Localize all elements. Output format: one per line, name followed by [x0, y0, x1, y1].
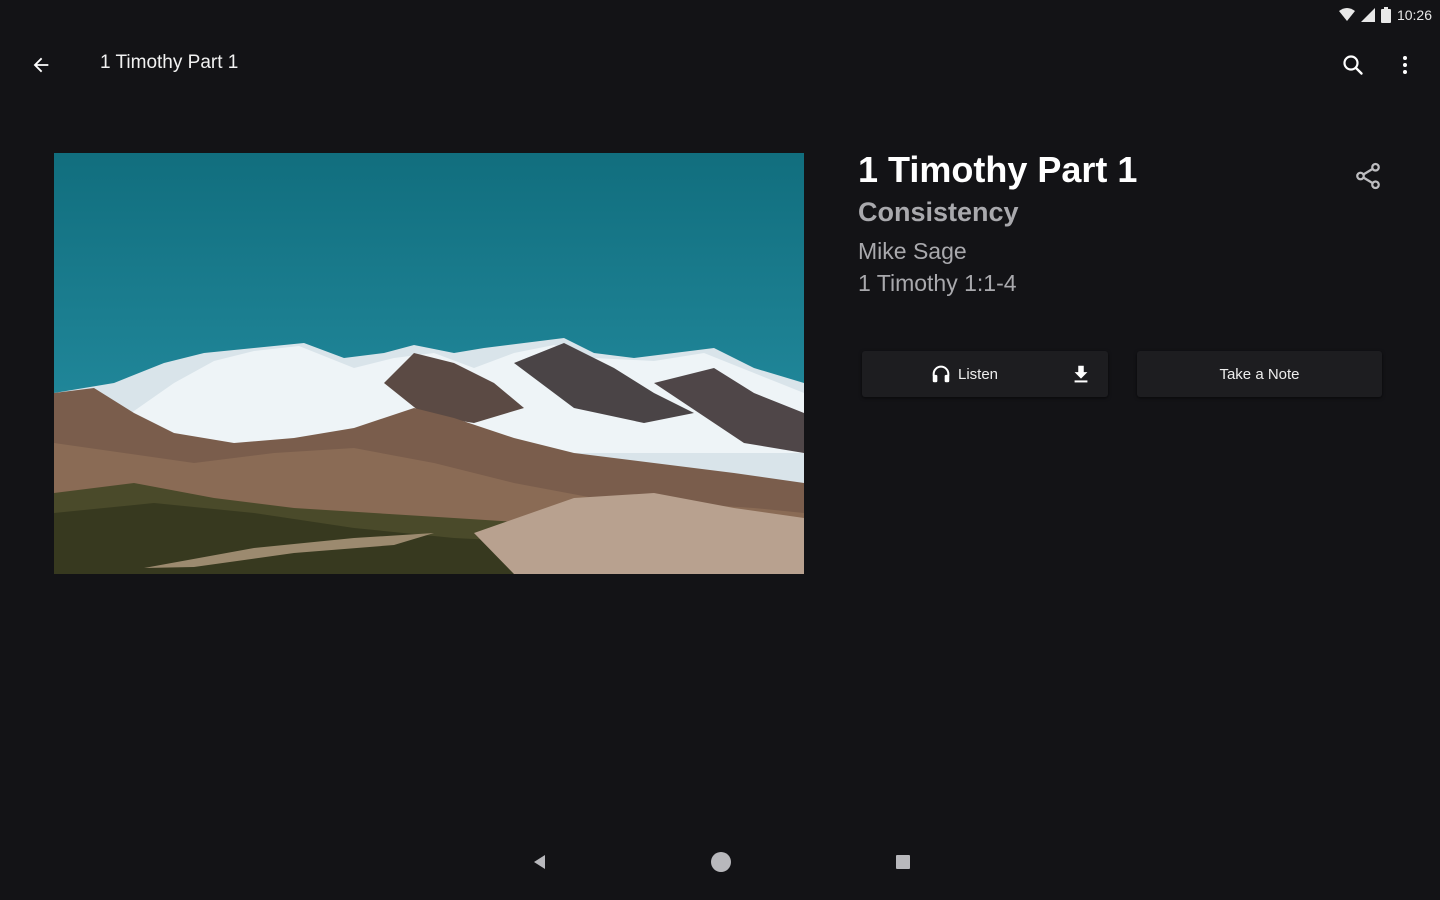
sermon-detail: 1 Timothy Part 1 Consistency Mike Sage 1… [858, 148, 1398, 300]
app-bar-title: 1 Timothy Part 1 [100, 52, 239, 73]
listen-content: Listen [930, 351, 998, 397]
battery-icon [1380, 7, 1391, 23]
back-button[interactable] [22, 50, 60, 80]
share-button[interactable] [1350, 158, 1386, 194]
status-bar: 10:26 [0, 0, 1440, 30]
nav-back-icon[interactable] [530, 852, 550, 872]
sermon-title: 1 Timothy Part 1 [858, 149, 1138, 190]
more-vert-icon [1403, 56, 1407, 74]
wifi-icon [1338, 8, 1355, 22]
cell-signal-icon [1360, 8, 1375, 22]
listen-label: Listen [958, 365, 999, 383]
headphones-icon [932, 365, 950, 383]
app-bar: 1 Timothy Part 1 [0, 30, 1440, 98]
take-note-label: Take a Note [1219, 365, 1300, 383]
download-icon [1074, 365, 1088, 383]
take-note-button[interactable]: Take a Note [1137, 351, 1382, 397]
nav-recents-icon[interactable] [893, 852, 913, 872]
mountain-landscape-image [54, 153, 804, 574]
system-nav-bar [0, 844, 1440, 900]
search-button[interactable] [1336, 48, 1370, 82]
more-options-button[interactable] [1388, 48, 1422, 82]
status-time: 10:26 [1396, 7, 1432, 23]
arrow-back-icon [33, 57, 49, 73]
listen-button[interactable]: Listen [862, 351, 1108, 397]
search-icon [1343, 55, 1363, 75]
nav-home-icon[interactable] [709, 850, 733, 874]
speaker-name[interactable]: Mike Sage [858, 236, 1398, 266]
series-name[interactable]: Consistency [858, 194, 1398, 230]
share-icon [1356, 162, 1380, 190]
download-button[interactable] [1066, 359, 1096, 389]
scripture-passage: 1 Timothy 1:1-4 [858, 270, 1017, 296]
